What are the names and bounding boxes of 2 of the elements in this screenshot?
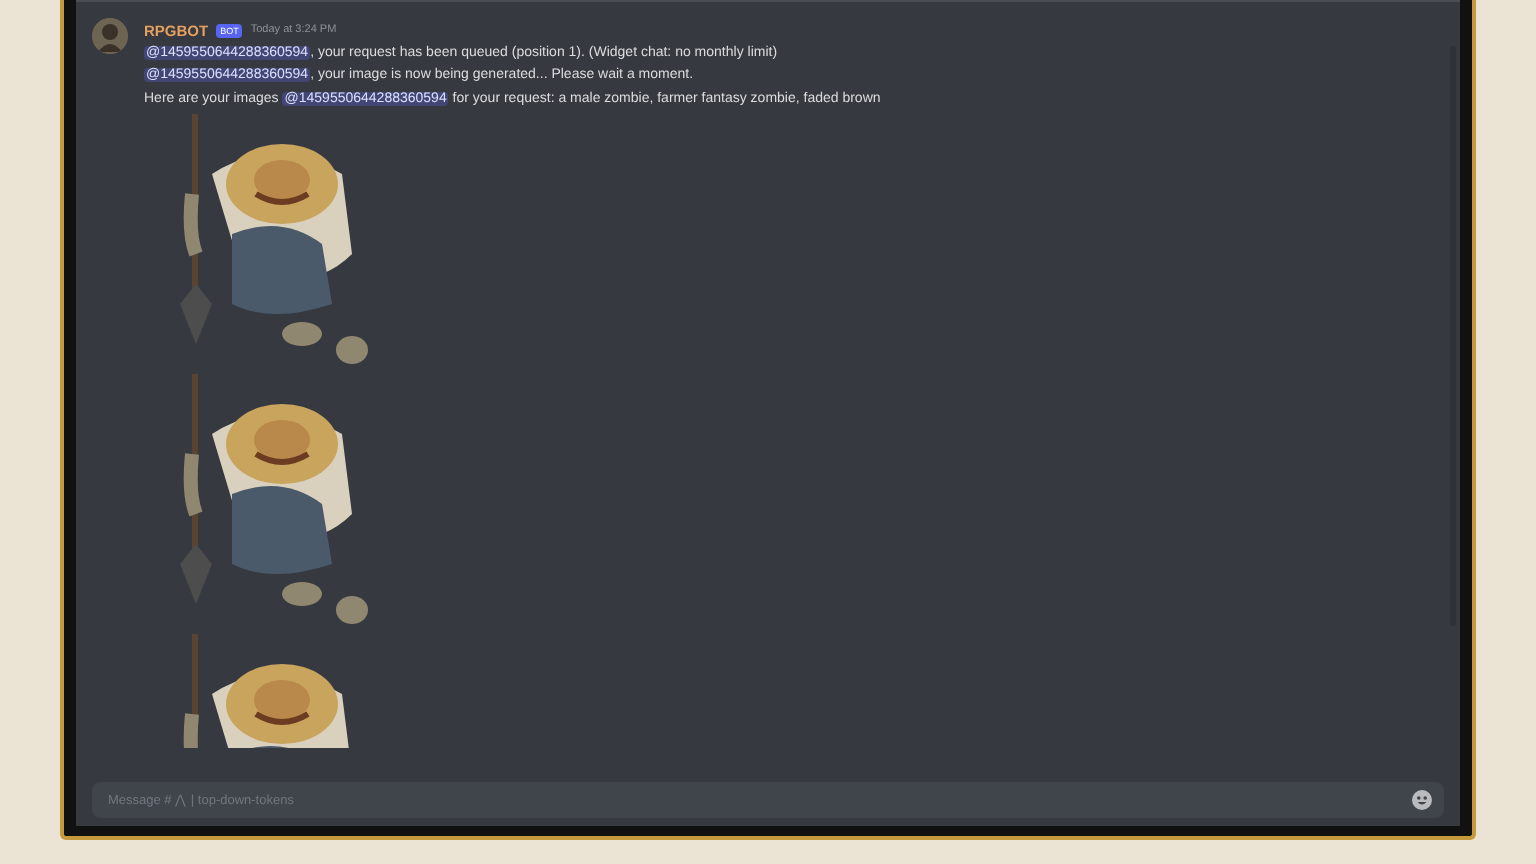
emoji-icon[interactable] <box>1412 790 1432 810</box>
avatar-icon[interactable] <box>92 18 128 54</box>
